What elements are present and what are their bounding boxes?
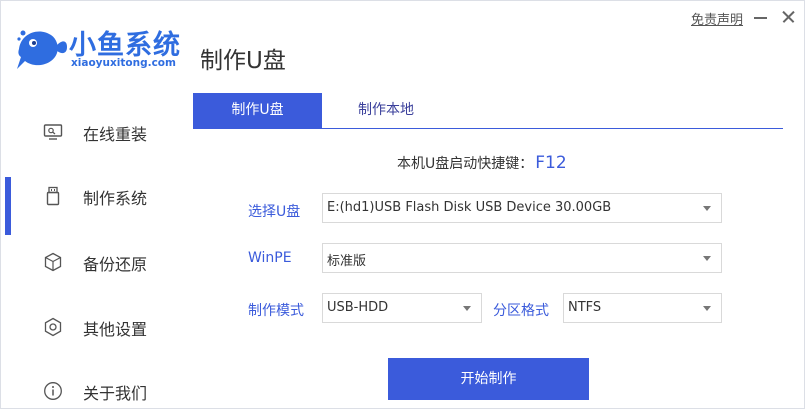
mode-select[interactable]: USB-HDD [322, 293, 482, 323]
close-icon[interactable] [780, 7, 798, 27]
chevron-down-icon [703, 306, 711, 311]
chevron-down-icon [703, 206, 711, 211]
sidebar-item-about-us[interactable]: 关于我们 [1, 362, 191, 409]
brand-url: xiaoyuxitong.com [71, 57, 176, 69]
disclaimer-link[interactable]: 免责声明 [691, 9, 743, 28]
sidebar-item-label: 在线重装 [83, 125, 148, 144]
monitor-icon [43, 122, 63, 142]
info-icon [43, 381, 63, 401]
tab-make-usb[interactable]: 制作U盘 [193, 93, 322, 128]
sidebar-item-label: 关于我们 [83, 384, 148, 403]
start-make-button[interactable]: 开始制作 [388, 358, 589, 400]
sidebar-item-make-system[interactable]: 制作系统 [1, 167, 191, 235]
usb-select-value: E:(hd1)USB Flash Disk USB Device 30.00GB [327, 200, 612, 215]
mode-select-label: 制作模式 [248, 303, 304, 319]
tab-bar: 制作U盘 制作本地 [193, 93, 783, 129]
app-window: 小鱼系统 xiaoyuxitong.com 制作U盘 免责声明 在线重装 制作系… [0, 0, 805, 409]
page-title: 制作U盘 [200, 48, 286, 74]
winpe-select-label: WinPE [248, 250, 292, 266]
gear-icon [43, 317, 63, 337]
cube-icon [43, 252, 63, 272]
sidebar-item-label: 制作系统 [83, 189, 148, 208]
sidebar-item-online-reinstall[interactable]: 在线重装 [1, 103, 191, 159]
sidebar-item-label: 其他设置 [83, 320, 148, 339]
chevron-down-icon [463, 306, 471, 311]
sidebar-item-backup-restore[interactable]: 备份还原 [1, 233, 191, 289]
partition-select[interactable]: NTFS [563, 293, 722, 323]
hotkey-key: F12 [535, 153, 567, 173]
partition-select-label: 分区格式 [493, 303, 549, 319]
hotkey-info: 本机U盘启动快捷键： F12 [397, 153, 567, 173]
brand-logo: 小鱼系统 xiaoyuxitong.com [13, 19, 185, 75]
winpe-select-value: 标准版 [327, 254, 367, 269]
partition-select-value: NTFS [568, 300, 602, 315]
usb-select[interactable]: E:(hd1)USB Flash Disk USB Device 30.00GB [322, 193, 722, 223]
sidebar-item-label: 备份还原 [83, 255, 148, 274]
minimize-icon[interactable] [752, 7, 770, 27]
mode-select-value: USB-HDD [327, 300, 389, 315]
sidebar-item-other-settings[interactable]: 其他设置 [1, 298, 191, 354]
usb-select-label: 选择U盘 [248, 204, 301, 220]
tab-make-local[interactable]: 制作本地 [322, 93, 450, 128]
winpe-select[interactable]: 标准版 [322, 243, 722, 273]
hotkey-label: 本机U盘启动快捷键： [397, 156, 534, 172]
sidebar: 在线重装 制作系统 备份还原 其他设置 关于我们 [1, 99, 191, 409]
usb-drive-icon [43, 186, 63, 206]
chevron-down-icon [703, 256, 711, 261]
fish-logo-icon [17, 30, 67, 69]
